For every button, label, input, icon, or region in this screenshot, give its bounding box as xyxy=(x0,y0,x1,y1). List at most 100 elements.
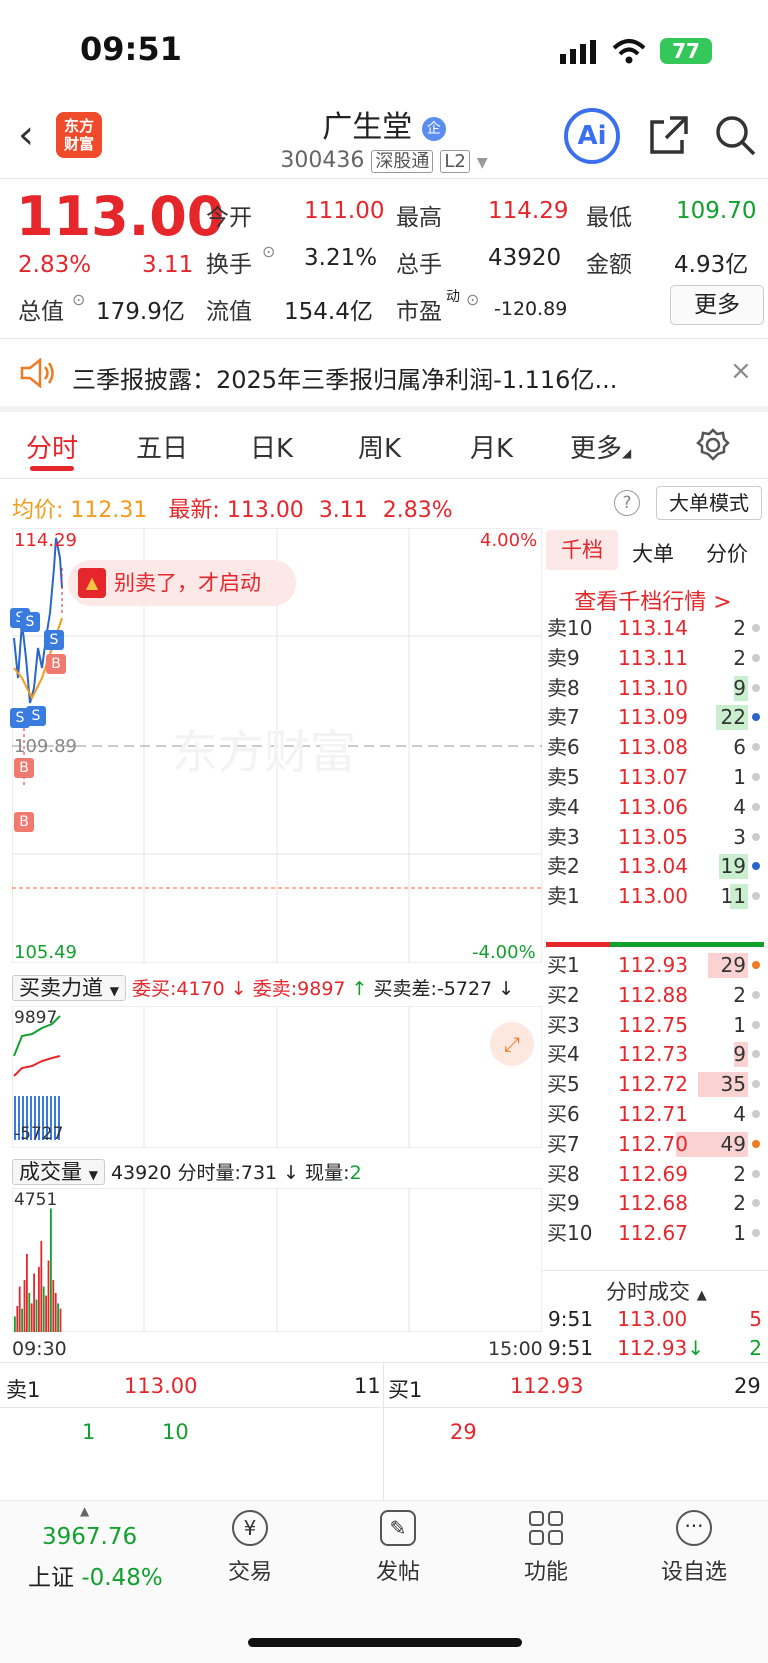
ai-button[interactable]: Ai xyxy=(564,108,620,164)
nav-trade[interactable]: ¥ 交易 xyxy=(190,1510,310,1586)
level-label: 卖7 xyxy=(547,705,580,730)
divider xyxy=(0,1407,768,1408)
divider xyxy=(383,1362,384,1500)
status-bar: 09:51 77 xyxy=(0,0,768,95)
queue-vol: 1 xyxy=(82,1420,96,1444)
view-depth-link[interactable]: 查看千档行情 > xyxy=(548,584,758,616)
buy-marker[interactable]: B xyxy=(14,758,34,778)
sell-marker[interactable]: S xyxy=(20,612,40,632)
tab-big-order[interactable]: 大单 xyxy=(632,538,674,568)
y-bottom: 105.49 xyxy=(14,942,77,963)
trade-vol: 2 xyxy=(749,1336,762,1360)
gear-icon[interactable] xyxy=(696,428,730,462)
bottom-sell1-vol: 11 xyxy=(354,1374,381,1398)
home-indicator[interactable] xyxy=(248,1638,522,1647)
level-volume: 2 xyxy=(733,1191,746,1216)
nav-trade-label: 交易 xyxy=(227,1560,272,1585)
tab-thousand-level[interactable]: 千档 xyxy=(546,530,618,570)
ratio-bar-red xyxy=(546,942,610,947)
volume-name: 成交量 xyxy=(19,1160,82,1184)
info-dots-icon[interactable]: ⊙ xyxy=(466,290,479,309)
tab-daily-k[interactable]: 日K xyxy=(250,428,293,465)
indicator-top: 9897 xyxy=(14,1008,58,1028)
change-value: 3.11 xyxy=(142,252,194,278)
status-time: 09:51 xyxy=(80,30,182,68)
trade-time: 9:51 xyxy=(548,1336,593,1360)
volume-bar xyxy=(18,1286,21,1332)
enterprise-badge: 企 xyxy=(421,116,446,141)
level-volume: 22 xyxy=(720,705,746,730)
volume-select[interactable]: 成交量 ▼ xyxy=(12,1159,105,1185)
stock-name: 广生堂 xyxy=(322,110,413,145)
bottom-sell1-price: 113.00 xyxy=(124,1374,198,1398)
trades-title[interactable]: 分时成交 ▲ xyxy=(606,1276,707,1306)
buy-marker[interactable]: B xyxy=(14,812,34,832)
level-volume: 1 xyxy=(733,1012,746,1037)
tab-intraday[interactable]: 分时 xyxy=(26,428,78,465)
volume-bar xyxy=(26,1254,28,1332)
bottom-buy1-vol: 29 xyxy=(734,1374,761,1398)
volume-total: 43920 xyxy=(110,1162,172,1184)
level-label: 买3 xyxy=(547,1012,580,1037)
tab-monthly-k[interactable]: 月K xyxy=(470,428,513,465)
info-dots-icon[interactable]: ⊙ xyxy=(72,290,85,309)
y-mid: 109.89 xyxy=(14,736,77,757)
mcap-label: 总值 xyxy=(18,299,64,325)
indicator-chart[interactable] xyxy=(12,1006,542,1148)
level-volume: 29 xyxy=(720,953,746,977)
info-dots-icon[interactable]: ⊙ xyxy=(262,242,275,261)
signal-icon xyxy=(560,40,596,64)
expand-icon[interactable]: ⤢ xyxy=(490,1022,534,1066)
volume-bar xyxy=(23,1280,26,1332)
big-order-mode-button[interactable]: 大单模式 xyxy=(656,486,762,520)
volume-bar xyxy=(30,1303,33,1332)
sell-marker[interactable]: S xyxy=(26,706,46,726)
volume-bar xyxy=(59,1308,62,1332)
tab-5day[interactable]: 五日 xyxy=(136,428,188,465)
tab-more[interactable]: 更多◢ xyxy=(570,428,631,465)
time-start: 09:30 xyxy=(12,1338,67,1360)
more-dots-icon: ··· xyxy=(676,1510,712,1546)
grid-icon xyxy=(528,1510,564,1546)
help-icon[interactable]: ? xyxy=(614,490,640,516)
level-volume: 9 xyxy=(733,675,746,700)
buy-order-value: 4170 xyxy=(176,978,225,1000)
notice-text[interactable]: 三季报披露：2025年三季报归属净利润-1.116亿... xyxy=(72,360,652,395)
level-volume: 1 xyxy=(733,765,746,789)
close-icon[interactable]: × xyxy=(730,356,752,386)
search-icon[interactable] xyxy=(714,114,758,158)
index-value[interactable]: 3967.76 xyxy=(42,1524,137,1550)
level-volume: 3 xyxy=(733,824,746,849)
pe-value: -120.89 xyxy=(494,298,568,320)
volume-header: 成交量 ▼ 43920 分时量:731 ↓ 现量:2 xyxy=(12,1156,362,1186)
index-row[interactable]: 上证 -0.48% xyxy=(28,1558,163,1592)
divider xyxy=(0,1362,768,1363)
sell-marker[interactable]: S xyxy=(44,630,64,650)
low-label: 最低 xyxy=(586,205,632,231)
share-icon[interactable] xyxy=(648,114,690,156)
nav-watchlist[interactable]: ··· 设自选 xyxy=(634,1510,754,1586)
nav-functions[interactable]: 功能 xyxy=(486,1510,606,1586)
promo-banner[interactable]: ▲ 别卖了，才启动 xyxy=(68,560,296,606)
more-button[interactable]: 更多 xyxy=(670,285,764,325)
trade-row: 9:51 112.93↓ xyxy=(548,1336,704,1360)
tab-weekly-k[interactable]: 周K xyxy=(358,428,401,465)
change-pct: 2.83% xyxy=(18,252,92,278)
level-label: 卖6 xyxy=(547,735,580,760)
total-hands-value: 43920 xyxy=(488,245,562,271)
level-volume: 19 xyxy=(720,854,746,879)
amount-value: 4.93亿 xyxy=(674,252,749,278)
level-label: 买10 xyxy=(547,1221,593,1246)
tab-price-dist[interactable]: 分价 xyxy=(706,538,748,568)
level-label: 买5 xyxy=(547,1072,580,1097)
minute-volume: 731 xyxy=(240,1162,278,1184)
buy-marker[interactable]: B xyxy=(46,654,66,674)
mcap-value: 179.9亿 xyxy=(96,299,185,325)
volume-chart[interactable] xyxy=(12,1188,542,1332)
nav-post[interactable]: ✎ 发帖 xyxy=(338,1510,458,1586)
trade-time: 9:51 xyxy=(548,1307,593,1331)
battery-indicator: 77 xyxy=(660,38,712,64)
y-top: 114.29 xyxy=(14,530,77,551)
indicator-select[interactable]: 买卖力道 ▼ xyxy=(12,975,126,1001)
level-volume: 6 xyxy=(733,735,746,760)
